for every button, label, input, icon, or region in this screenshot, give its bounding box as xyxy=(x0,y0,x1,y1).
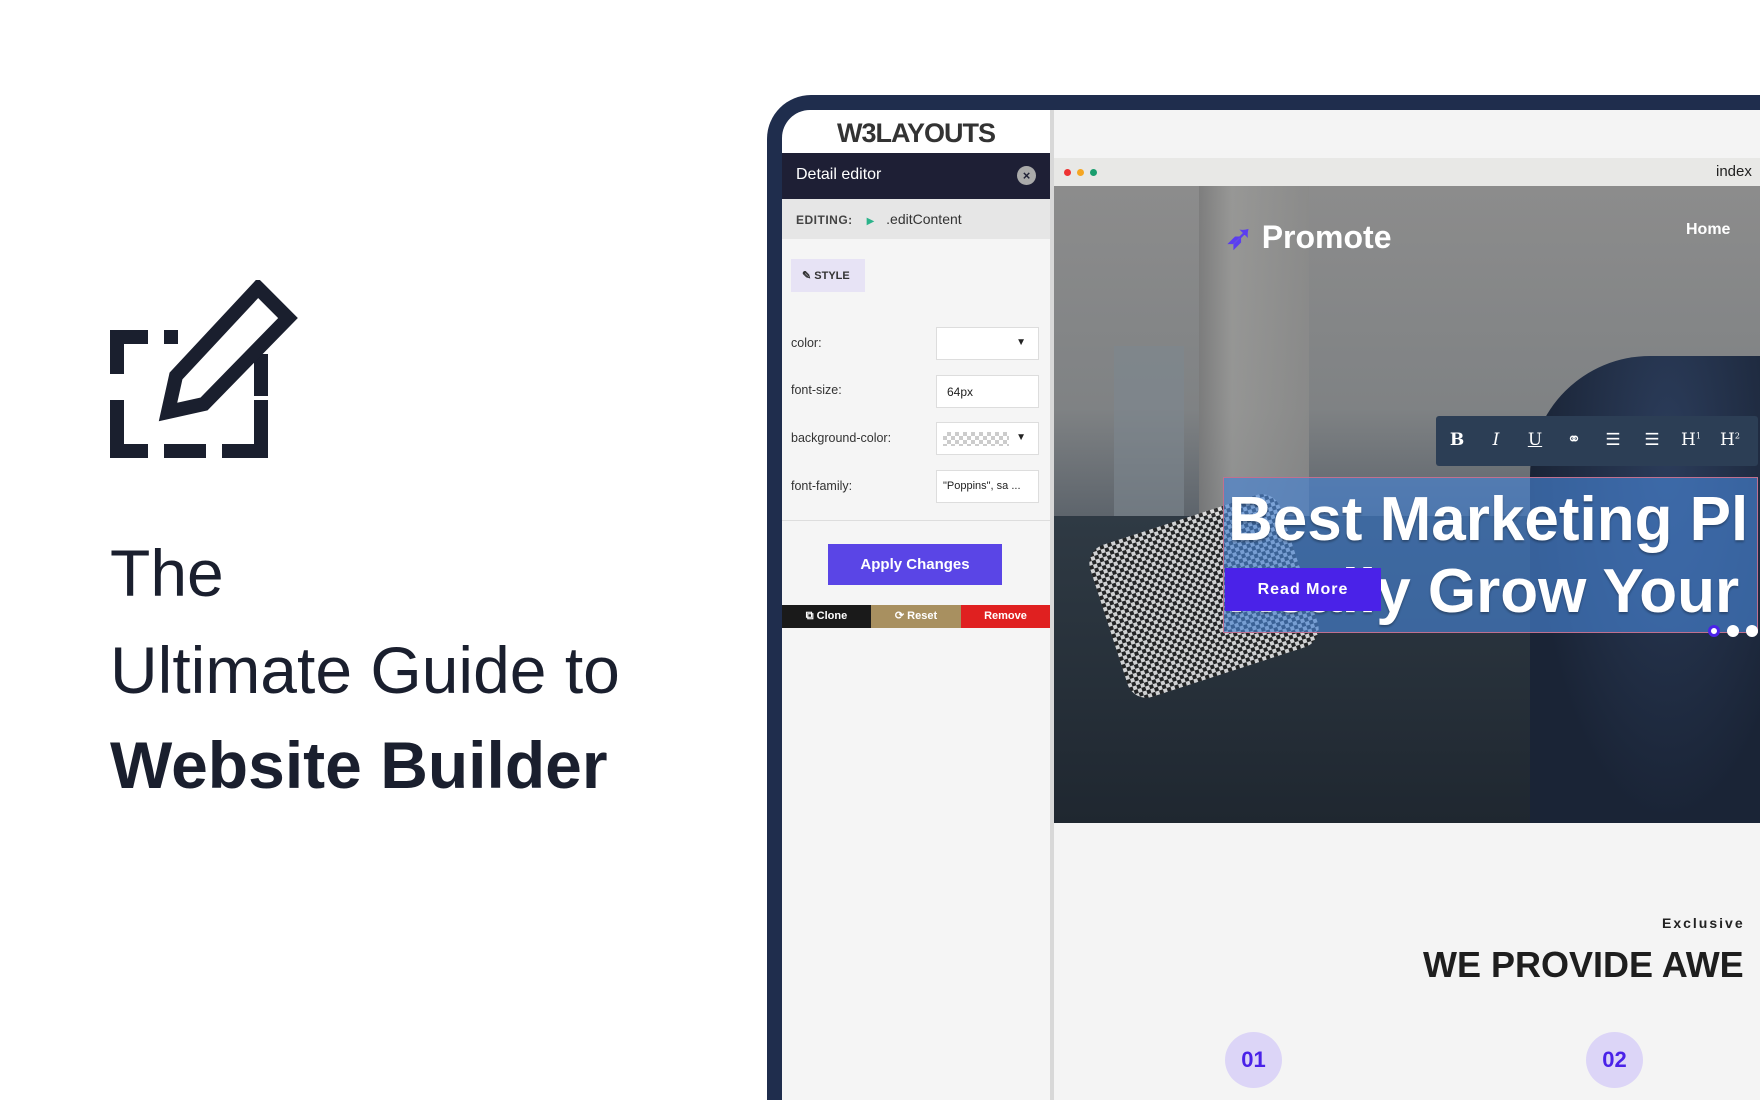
promo-title-line1: The xyxy=(110,536,224,610)
clone-label: Clone xyxy=(816,610,848,622)
browser-tab[interactable]: index xyxy=(1716,163,1752,180)
rocket-icon: ➶ xyxy=(1226,219,1253,255)
panel-title: Detail editor xyxy=(796,166,882,183)
builder-logo: W3LAYOUTS xyxy=(836,118,996,148)
close-dot xyxy=(1064,169,1071,176)
refresh-icon: ⟳ xyxy=(894,610,908,622)
slider-dot-active[interactable] xyxy=(1708,625,1720,637)
reset-button[interactable]: ⟳ Reset xyxy=(871,605,961,628)
style-tab[interactable]: ✎ STYLE xyxy=(791,259,865,292)
editing-target: .editContent xyxy=(886,211,962,227)
dropdown-icon: ▼ xyxy=(1016,432,1026,443)
browser-bar: index xyxy=(1054,158,1760,186)
slider-dot[interactable] xyxy=(1727,625,1739,637)
font-family-label: font-family: xyxy=(791,479,853,493)
ordered-list-icon[interactable]: ☰ xyxy=(1598,430,1628,450)
underline-button[interactable]: U xyxy=(1520,430,1550,450)
remove-button[interactable]: Remove xyxy=(961,605,1050,628)
apply-changes-button[interactable]: Apply Changes xyxy=(828,544,1002,585)
clone-button[interactable]: ⧉ Clone xyxy=(782,605,871,628)
play-icon: ▶ xyxy=(866,216,875,227)
detail-editor-panel: Detail editor × EDITING: ▶ .editContent … xyxy=(782,153,1050,1100)
italic-button[interactable]: I xyxy=(1481,430,1511,450)
promo-title-line2: Ultimate Guide to xyxy=(110,633,620,707)
background-color-label: background-color: xyxy=(791,431,892,445)
edit-icon: ✎ xyxy=(802,270,815,282)
hero-section: ➶ Promote Home B I U ⚭ ☰ ☰ H1 H2 Best Ma… xyxy=(1054,186,1760,823)
reset-label: Reset xyxy=(907,610,938,622)
close-icon[interactable]: × xyxy=(1017,166,1036,185)
minimize-dot xyxy=(1077,169,1084,176)
bold-button[interactable]: B xyxy=(1442,430,1472,450)
font-family-input[interactable]: "Poppins", sa ... xyxy=(936,470,1039,503)
section-title: WE PROVIDE AWE xyxy=(1423,944,1744,985)
font-size-label: font-size: xyxy=(791,383,842,397)
panel-header: Detail editor × xyxy=(782,153,1050,199)
heading1-button[interactable]: H1 xyxy=(1676,430,1706,450)
font-size-input[interactable]: 64px xyxy=(936,375,1039,408)
clone-icon: ⧉ xyxy=(805,610,817,622)
editing-bar: EDITING: ▶ .editContent xyxy=(782,199,1050,239)
brand-name: Promote xyxy=(1261,219,1392,255)
step-badge: 02 xyxy=(1586,1032,1643,1088)
section-eyebrow: Exclusive xyxy=(1662,915,1745,931)
color-label: color: xyxy=(791,336,822,350)
unordered-list-icon[interactable]: ☰ xyxy=(1637,430,1667,450)
builder-window: W3LAYOUTS Detail editor × EDITING: ▶ .ed… xyxy=(782,110,1760,1100)
editing-label: EDITING: xyxy=(796,213,853,227)
heading2-button[interactable]: H2 xyxy=(1715,430,1745,450)
style-tab-label: STYLE xyxy=(814,270,850,282)
brand[interactable]: ➶ Promote xyxy=(1226,218,1392,256)
headline-line1: Best Marketing Pl xyxy=(1228,485,1749,554)
transparent-swatch xyxy=(943,432,1009,446)
preview-area: index ➶ Promote Home B I U ⚭ ☰ ☰ H1 H2 B… xyxy=(1050,110,1760,1100)
step-badge: 01 xyxy=(1225,1032,1282,1088)
link-icon[interactable]: ⚭ xyxy=(1559,430,1589,450)
maximize-dot xyxy=(1090,169,1097,176)
dropdown-icon: ▼ xyxy=(1016,337,1026,348)
promo-title-line3: Website Builder xyxy=(110,728,608,802)
nav-home[interactable]: Home xyxy=(1686,221,1730,239)
slider-dot[interactable] xyxy=(1746,625,1758,637)
edit-selection-icon xyxy=(110,280,298,458)
color-select[interactable]: ▼ xyxy=(936,327,1039,360)
divider xyxy=(782,520,1050,521)
read-more-button[interactable]: Read More xyxy=(1225,568,1381,611)
text-format-toolbar: B I U ⚭ ☰ ☰ H1 H2 xyxy=(1436,416,1758,466)
background-color-select[interactable]: ▼ xyxy=(936,422,1039,455)
